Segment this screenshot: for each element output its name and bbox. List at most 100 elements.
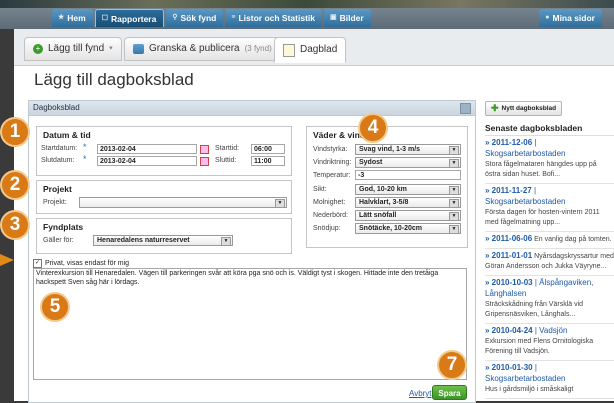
tab-diary[interactable]: Dagblad	[274, 37, 347, 63]
nav-item-lists[interactable]: ≡ Listor och Statistik	[225, 9, 322, 27]
precipitation-select[interactable]: Lätt snöfall ▼	[355, 210, 461, 221]
tab-add-finding[interactable]: + Lägg till fynd ▾	[24, 37, 122, 61]
project-section: Projekt Projekt: ▼	[36, 180, 292, 214]
calendar-icon[interactable]	[200, 157, 209, 166]
location-select[interactable]: Henaredalens naturreservet ▼	[93, 235, 233, 246]
chevron-down-icon: ▼	[449, 199, 459, 208]
location-value: Henaredalens naturreservet	[97, 237, 190, 244]
tab-review-publish[interactable]: Granska & publicera (3 fynd) ▾	[124, 37, 290, 61]
nav-label: Rapportera	[111, 13, 157, 24]
add-icon: +	[33, 44, 43, 54]
nav-item-images[interactable]: ▣ Bilder	[324, 9, 371, 27]
nav-item-report[interactable]: ☐ Rapportera	[94, 9, 165, 27]
nav-label: Listor och Statistik	[238, 13, 315, 23]
section-title: Fyndplats	[43, 222, 84, 232]
save-button[interactable]: Spara	[432, 385, 467, 400]
required-icon: *	[83, 142, 87, 152]
private-checkbox-row[interactable]: ✓ Privat, visas endast för mig	[33, 259, 129, 268]
start-date-label: Startdatum:	[41, 145, 78, 152]
project-select[interactable]: ▼	[79, 197, 287, 208]
wind-direction-select[interactable]: Sydost ▼	[355, 157, 461, 168]
list-item[interactable]: » 2011-11-27 | Skogsarbetarbostaden Förs…	[485, 184, 614, 232]
section-title: Projekt	[43, 184, 72, 194]
item-date[interactable]: » 2010-04-24	[485, 326, 533, 335]
step-badge-4: 4	[358, 113, 388, 143]
list-item[interactable]: » 2010-01-30 | Skogsarbetarbostaden Hus …	[485, 361, 614, 399]
item-date[interactable]: » 2011-12-06	[485, 138, 532, 147]
wind-strength-select[interactable]: Svag vind, 1-3 m/s ▼	[355, 144, 461, 155]
item-text: Exkursion med Flens Ornitologiska Föreni…	[485, 338, 594, 355]
tab-count: (3 fynd)	[244, 44, 272, 53]
top-navigation: ★ Hem ☐ Rapportera ⚲ Sök fynd ≡ Listor o…	[0, 0, 614, 29]
pointer-arrow	[0, 254, 14, 266]
item-date[interactable]: » 2011-01-01	[485, 251, 532, 260]
document-icon	[283, 43, 295, 57]
chevron-down-icon: ▾	[109, 45, 113, 52]
report-icon: ☐	[101, 14, 108, 22]
list-icon: ≡	[231, 14, 236, 21]
nav-item-my-pages[interactable]: ● Mina sidor	[539, 9, 602, 27]
item-text: Hus i gårdsmiljö i småskaligt	[485, 386, 574, 393]
visibility-select[interactable]: God, 10-20 km ▼	[355, 184, 461, 195]
nav-item-search[interactable]: ⚲ Sök fynd	[166, 9, 224, 27]
tab-label: Granska & publicera	[149, 43, 240, 54]
weather-label: Vindstyrka:	[313, 146, 348, 153]
header-banner	[0, 0, 614, 8]
start-time-input[interactable]: 06:00	[251, 144, 285, 154]
start-time-label: Starttid:	[215, 145, 240, 152]
nav-label: Hem	[67, 13, 86, 23]
cancel-link[interactable]: Avbryt	[409, 389, 432, 398]
snow-depth-select[interactable]: Snötäcke, 10-20cm ▼	[355, 223, 461, 234]
list-item[interactable]: » 2011-12-06 | Skogsarbetarbostaden Stor…	[485, 136, 614, 184]
temperature-input[interactable]: -3	[355, 170, 461, 180]
nav-label: Sök fynd	[180, 13, 217, 23]
description-textarea[interactable]: Vinterexkursion till Henaredalen. Vägen …	[33, 268, 467, 380]
item-date[interactable]: » 2010-10-03	[485, 278, 533, 287]
cloudiness-select[interactable]: Halvklart, 3-5/8 ▼	[355, 197, 461, 208]
user-icon: ●	[545, 14, 550, 21]
collapse-icon[interactable]	[460, 103, 471, 114]
tab-label: Dagblad	[300, 44, 338, 55]
chevron-down-icon: ▼	[449, 146, 459, 155]
end-date-input[interactable]: 2013-02-04	[97, 156, 197, 166]
project-label: Projekt:	[43, 199, 67, 206]
nav-label: Bilder	[339, 13, 364, 23]
item-place[interactable]: Skogsarbetarbostaden	[485, 197, 566, 206]
select-value: God, 10-20 km	[359, 186, 407, 193]
calendar-icon[interactable]	[200, 145, 209, 154]
step-badge-5: 5	[40, 292, 70, 322]
list-item[interactable]: » 2011-01-01 Nyårsdagskryssartur med Gör…	[485, 249, 614, 276]
item-text: Stora fågelmataren hängdes upp på östra …	[485, 161, 597, 178]
nav-item-home[interactable]: ★ Hem	[52, 9, 93, 27]
button-label: Nytt dagboksblad	[501, 105, 557, 112]
list-item[interactable]: » 2010-10-03 | Älspångaviken, Långhalsen…	[485, 276, 614, 324]
list-item[interactable]: » 2010-04-24 | Vadsjön Exkursion med Fle…	[485, 324, 614, 361]
panel-header: Dagboksblad	[29, 101, 475, 116]
review-icon	[133, 44, 144, 54]
chevron-down-icon: ▼	[449, 186, 459, 195]
page-title: Lägg till dagboksblad	[34, 70, 194, 89]
chevron-down-icon: ▼	[221, 237, 231, 246]
search-icon: ⚲	[172, 14, 178, 21]
start-date-input[interactable]: 2013-02-04	[97, 144, 197, 154]
tab-label: Lägg till fynd	[48, 43, 105, 54]
step-badge-2: 2	[0, 170, 30, 200]
item-place[interactable]: Skogsarbetarbostaden	[485, 149, 566, 158]
item-date[interactable]: » 2011-06-06	[485, 234, 532, 243]
weather-label: Vindriktning:	[313, 159, 352, 166]
new-diary-button[interactable]: ✚ Nytt dagboksblad	[485, 101, 563, 116]
step-badge-1: 1	[0, 117, 30, 147]
item-place[interactable]: Skogsarbetarbostaden	[485, 374, 566, 383]
weather-section: Väder & vind Vindstyrka: Svag vind, 1-3 …	[306, 126, 468, 248]
list-item[interactable]: » 2011-06-06 En vanlig dag på tomten.	[485, 232, 614, 249]
item-date[interactable]: » 2011-11-27	[485, 186, 532, 195]
item-date[interactable]: » 2010-01-30	[485, 363, 533, 372]
location-label: Gäller för:	[43, 237, 74, 244]
section-title: Väder & vind	[313, 130, 365, 140]
sidebar-title: Senaste dagboksbladen	[485, 123, 583, 133]
end-time-input[interactable]: 11:00	[251, 156, 285, 166]
private-checkbox[interactable]: ✓	[33, 259, 42, 268]
select-value: Snötäcke, 10-20cm	[359, 225, 423, 232]
chevron-down-icon: ▼	[449, 212, 459, 221]
item-place[interactable]: Vadsjön	[539, 326, 567, 335]
